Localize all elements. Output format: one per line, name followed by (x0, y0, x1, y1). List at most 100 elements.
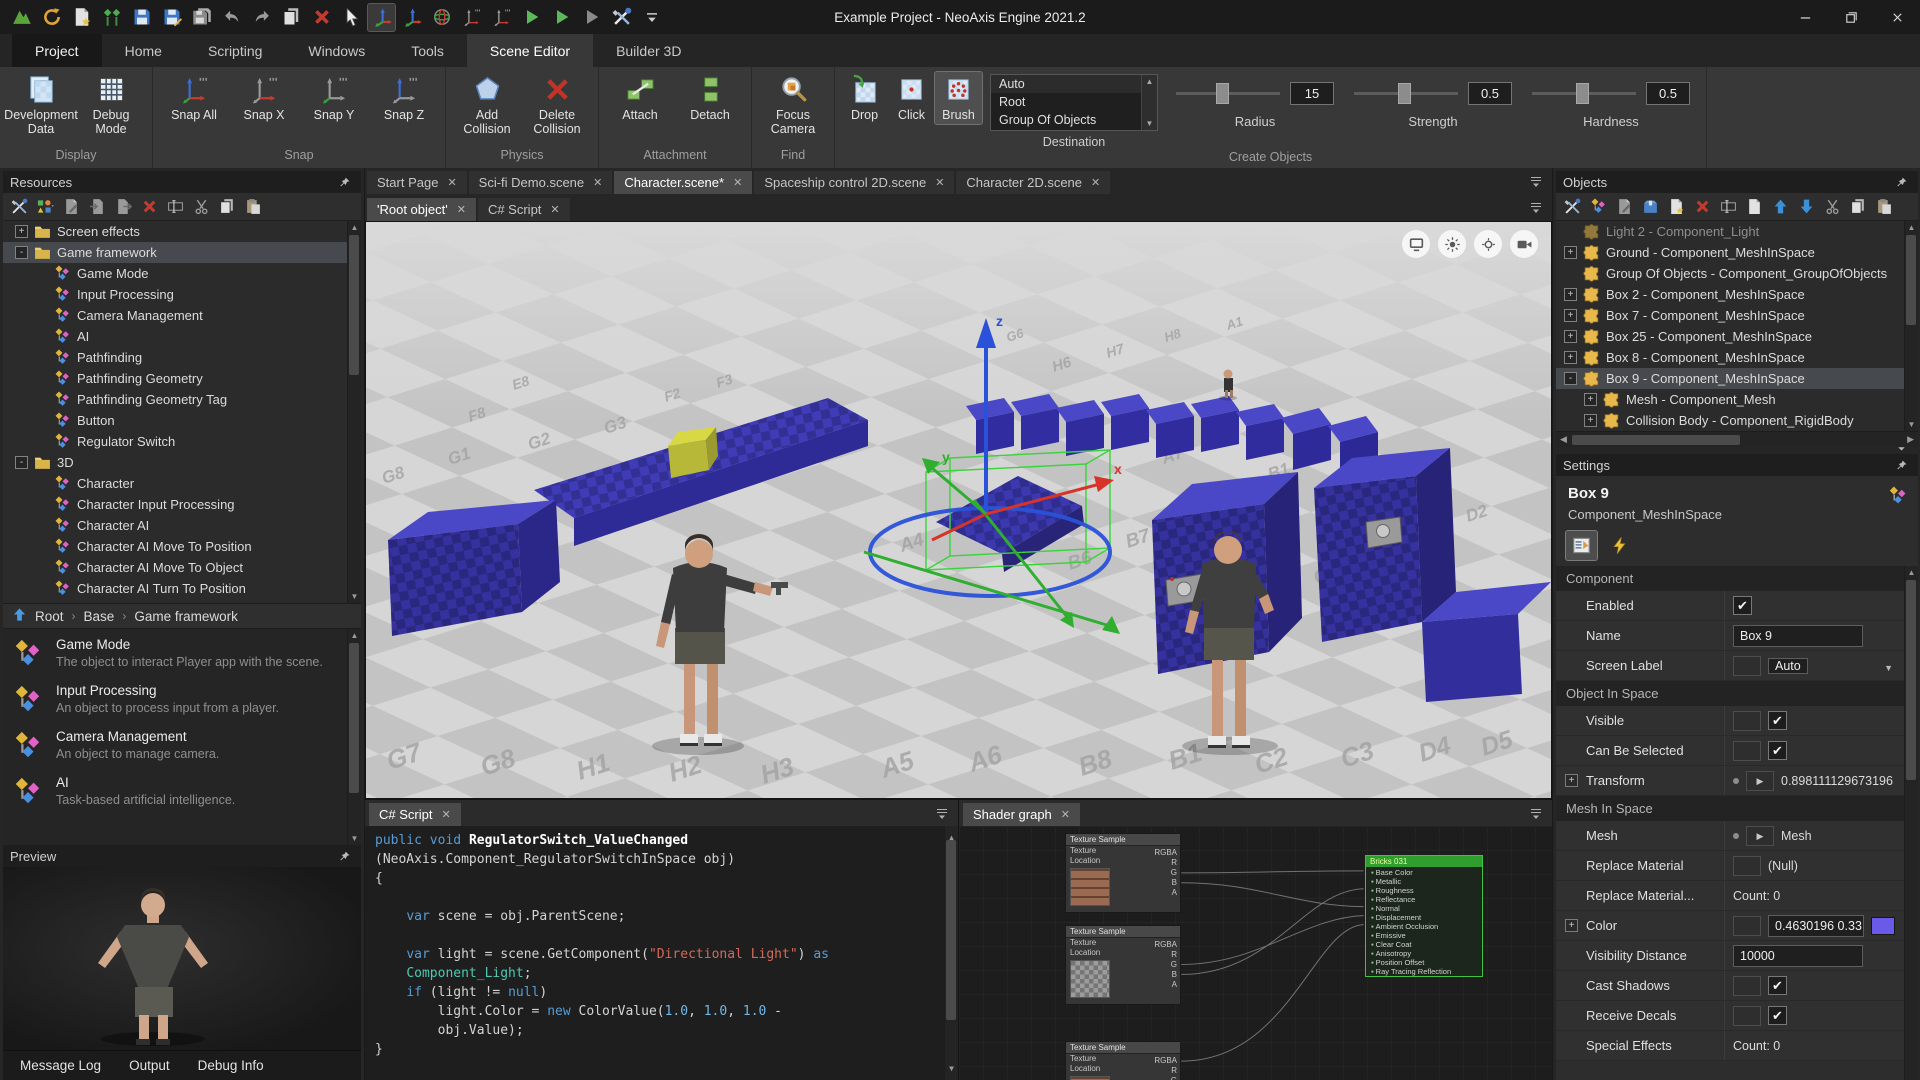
shader-node-texture-sample[interactable]: Texture SampleTextureLocationRGBARGBA (1065, 833, 1181, 913)
node-input-normal[interactable]: ▪Normal (1366, 904, 1482, 913)
delete-icon[interactable] (308, 4, 335, 31)
settings-scrollbar[interactable]: ▲ (1904, 566, 1918, 1080)
scroll-right-icon[interactable]: ▶ (1907, 434, 1914, 445)
shader-graph-canvas[interactable]: Texture SampleTextureLocationRGBARGBA Tex… (959, 826, 1552, 1080)
new-object-icon[interactable] (1664, 195, 1688, 219)
tree-item-pathfinding[interactable]: Pathfinding (3, 347, 361, 368)
ribbon-tab-project[interactable]: Project (12, 34, 102, 67)
default-value-box[interactable] (1733, 976, 1761, 996)
tree-item-box-2-component-meshinspace[interactable]: +Box 2 - Component_MeshInSpace (1556, 284, 1918, 305)
node-input-displacement[interactable]: ▪Displacement (1366, 913, 1482, 922)
destination-list[interactable]: AutoRootGroup Of Objects▲▼ (990, 74, 1158, 131)
preview-viewport[interactable] (3, 867, 361, 1050)
tree-item-pathfinding-geometry[interactable]: Pathfinding Geometry (3, 368, 361, 389)
components-icon[interactable] (1586, 195, 1610, 219)
tree-expander[interactable]: + (1584, 393, 1597, 406)
scroll-thumb[interactable] (349, 235, 359, 375)
tree-scrollbar[interactable]: ▲▼ (1904, 221, 1918, 431)
tree-expander[interactable]: - (1564, 372, 1577, 385)
tab-overflow-icon[interactable] (1528, 805, 1545, 822)
node-input-ambient-occlusion[interactable]: ▪Ambient Occlusion (1366, 922, 1482, 931)
tree-expander[interactable]: + (15, 225, 28, 238)
render-shadows-icon[interactable] (1474, 230, 1502, 258)
tree-item-3d[interactable]: -3D (3, 452, 361, 473)
toolbar-options-icon[interactable] (638, 4, 665, 31)
code-scrollbar[interactable]: ▲▼ (944, 826, 958, 1080)
tree-expander[interactable]: + (1584, 414, 1597, 427)
save-all-icon[interactable] (188, 4, 215, 31)
shader-node-texture-sample[interactable]: Texture SampleTextureLocationRGBARGBA (1065, 925, 1181, 1005)
tab-shader-graph[interactable]: Shader graph✕ (963, 803, 1080, 826)
move-down-icon[interactable] (1794, 195, 1818, 219)
tools-icon[interactable] (1560, 195, 1584, 219)
tree-expander[interactable]: + (1564, 246, 1577, 259)
code-editor[interactable]: public void RegulatorSwitch_ValueChanged… (365, 826, 958, 1080)
breadcrumb-up-icon[interactable] (12, 607, 27, 625)
radius-value[interactable]: 15 (1290, 82, 1334, 105)
tree-item-character[interactable]: Character (3, 473, 361, 494)
destination-option-auto[interactable]: Auto (991, 75, 1141, 93)
hardness-slider-track[interactable] (1532, 92, 1636, 95)
destination-scrollbar[interactable]: ▲▼ (1141, 75, 1157, 130)
tree-item-character-ai[interactable]: Character AI (3, 515, 361, 536)
node-input-clear-coat[interactable]: ▪Clear Coat (1366, 940, 1482, 949)
ribbon-button-detach[interactable]: Detach (675, 72, 745, 124)
expand-reference-button[interactable]: ▶ (1746, 826, 1774, 846)
breadcrumb-item-game-framework[interactable]: Game framework (134, 609, 238, 624)
scroll-up-icon[interactable]: ▲ (1905, 568, 1918, 577)
hardness-slider-thumb[interactable] (1576, 83, 1589, 104)
new-resource-icon[interactable] (68, 4, 95, 31)
save-icon[interactable] (128, 4, 155, 31)
scroll-thumb[interactable] (349, 643, 359, 793)
expand-reference-button[interactable]: ▶ (1746, 771, 1774, 791)
run-icon[interactable] (578, 4, 605, 31)
status-tab-output[interactable]: Output (129, 1058, 170, 1073)
tree-item-box-8-component-meshinspace[interactable]: +Box 8 - Component_MeshInSpace (1556, 347, 1918, 368)
tree-scrollbar[interactable]: ▲▼ (347, 221, 361, 603)
tab-root-object[interactable]: 'Root object'✕ (367, 198, 476, 221)
move-tool-icon[interactable] (368, 4, 395, 31)
scroll-down-icon[interactable]: ▼ (945, 1059, 958, 1078)
tab-overflow-icon[interactable] (1528, 199, 1545, 216)
scene-viewport[interactable]: F8G1G8H1H2G2G3H3H4E8F2F3G4H6G6H7H8A1A4A5… (365, 221, 1552, 799)
rename-icon[interactable] (1716, 195, 1740, 219)
strength-slider-thumb[interactable] (1398, 83, 1411, 104)
minimize-icon[interactable] (1782, 0, 1828, 34)
ribbon-button-add-collision[interactable]: Add Collision (452, 72, 522, 138)
tab-start-page[interactable]: Start Page✕ (367, 171, 467, 194)
tree-item-pathfinding-geometry-tag[interactable]: Pathfinding Geometry Tag (3, 389, 361, 410)
ribbon-button-focus-camera[interactable]: Focus Camera (758, 72, 828, 138)
ribbon-button-click[interactable]: Click (888, 72, 935, 124)
move-up-icon[interactable] (1768, 195, 1792, 219)
tree-item-character-input-processing[interactable]: Character Input Processing (3, 494, 361, 515)
strength-slider-track[interactable] (1354, 92, 1458, 95)
node-output-a[interactable]: A (1154, 888, 1177, 898)
ribbon-tab-scripting[interactable]: Scripting (185, 34, 285, 67)
radius-slider-track[interactable] (1176, 92, 1280, 95)
tree-item-button[interactable]: Button (3, 410, 361, 431)
tree-item-group-of-objects-component-groupofobjects[interactable]: Group Of Objects - Component_GroupOfObje… (1556, 263, 1918, 284)
pin-icon[interactable] (1892, 174, 1911, 191)
tab-character-2d-scene[interactable]: Character 2D.scene✕ (956, 171, 1110, 194)
resource-item-input-processing[interactable]: Input ProcessingAn object to process inp… (13, 683, 345, 718)
page-icon[interactable] (1742, 195, 1766, 219)
ribbon-button-snap-all[interactable]: Snap All (159, 72, 229, 124)
node-input-ray-tracing-reflection[interactable]: ▪Ray Tracing Reflection (1366, 967, 1482, 976)
tree-expander[interactable]: + (1564, 330, 1577, 343)
tab-overflow-icon[interactable] (934, 805, 951, 822)
select-tool-icon[interactable] (338, 4, 365, 31)
ribbon-tab-tools[interactable]: Tools (388, 34, 467, 67)
tree-expander[interactable]: + (1564, 351, 1577, 364)
ribbon-button-delete-collision[interactable]: Delete Collision (522, 72, 592, 138)
tab-close-icon[interactable]: ✕ (935, 176, 944, 189)
text-field[interactable]: Box 9 (1733, 625, 1863, 647)
package-icon[interactable] (1638, 195, 1662, 219)
display-mode-icon[interactable] (1402, 230, 1430, 258)
tree-expander[interactable]: + (1564, 309, 1577, 322)
node-output-a[interactable]: A (1154, 980, 1177, 990)
tree-item-box-9-component-meshinspace[interactable]: -Box 9 - Component_MeshInSpace (1556, 368, 1918, 389)
tree-expander[interactable]: - (15, 456, 28, 469)
ribbon-button-attach[interactable]: Attach (605, 72, 675, 124)
play-2-icon[interactable] (548, 4, 575, 31)
ribbon-tab-builder-3d[interactable]: Builder 3D (593, 34, 704, 67)
